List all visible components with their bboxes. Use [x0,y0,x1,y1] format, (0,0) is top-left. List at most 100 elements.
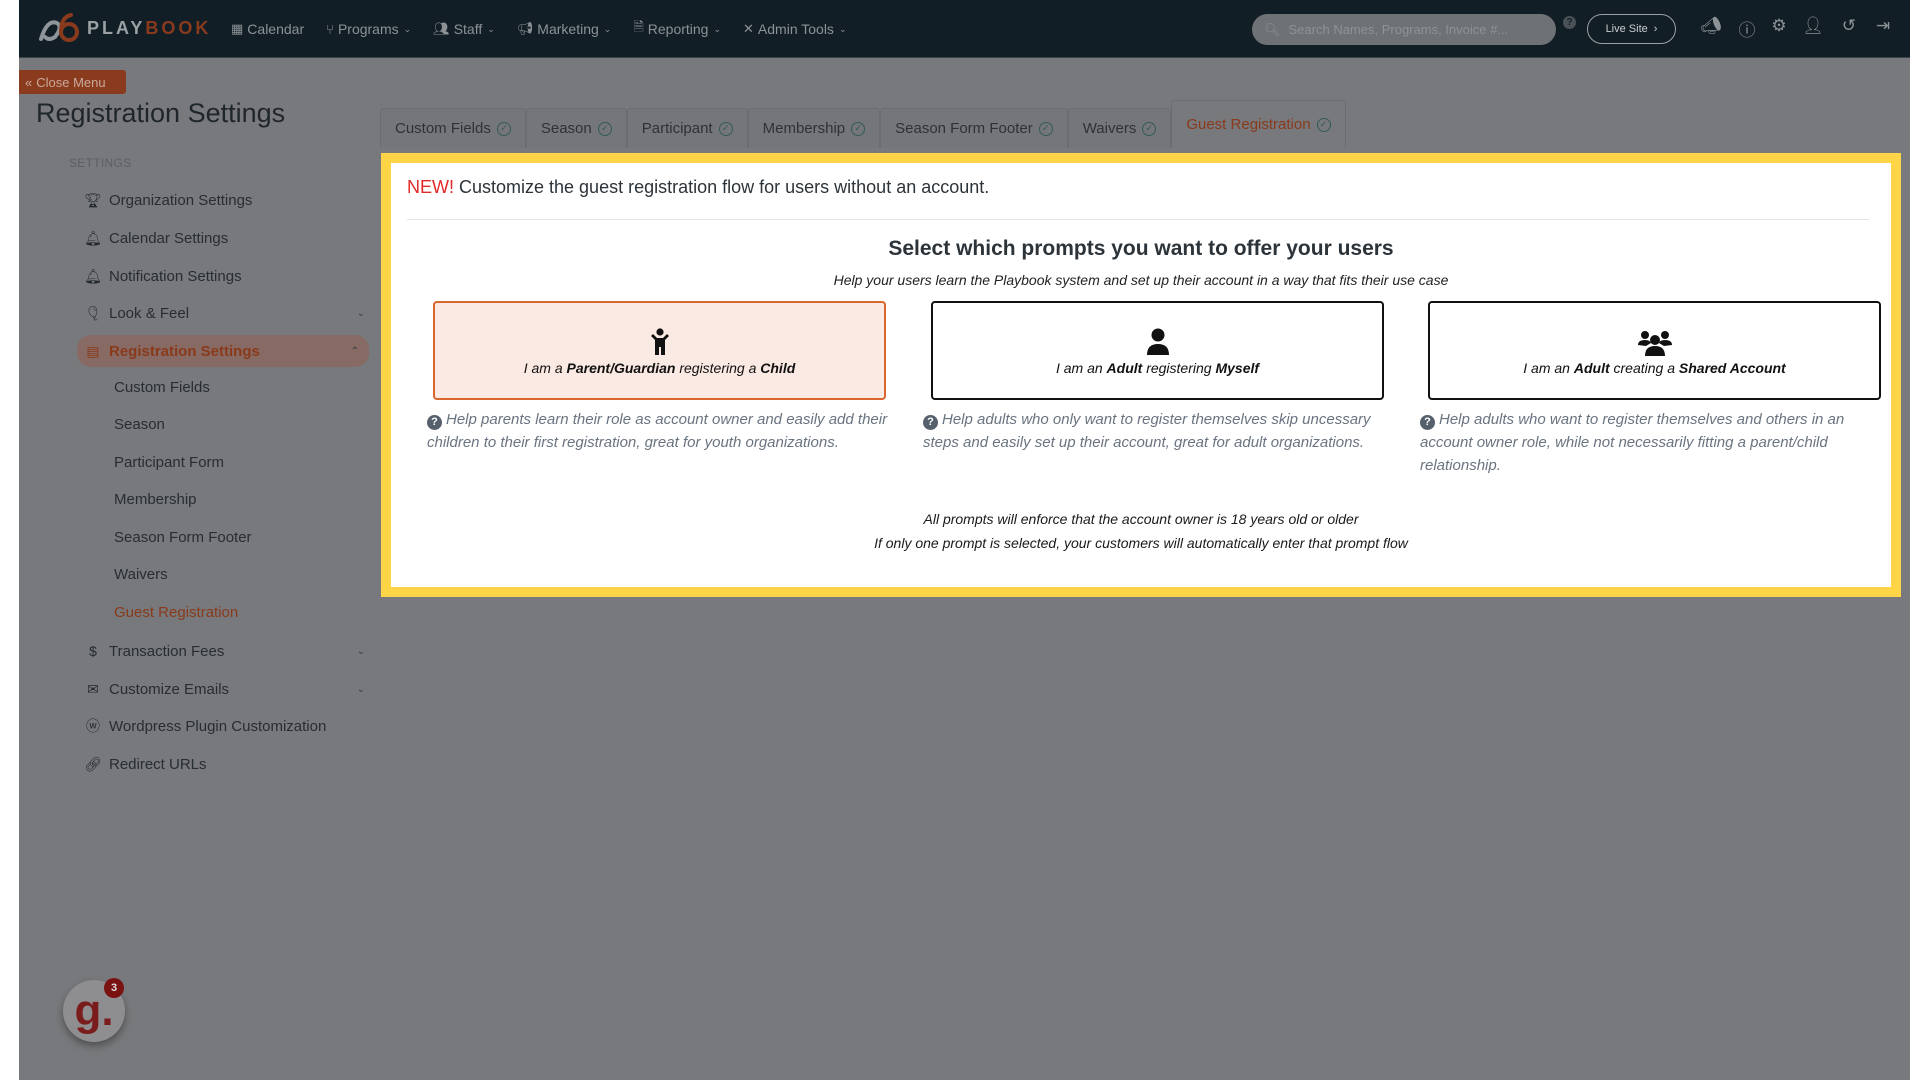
new-badge: NEW! [407,177,454,197]
sidebar-item-look-and-feel[interactable]: 🎈︎ Look & Feel ⌄ [83,297,375,329]
question-circle-icon: ? [1420,415,1435,430]
prompt-card-shared-account[interactable]: I am an Adult creating a Shared Account [1428,301,1881,400]
chevron-down-icon: ⌄ [487,23,495,34]
document-icon: 🗎 [633,19,644,34]
check-circle-icon: ✓ [1038,121,1053,136]
sidebar-subitem-season-form-footer[interactable]: Season Form Footer [114,529,252,546]
chevron-down-icon: ⌄ [356,645,365,657]
add-user-icon[interactable]: 👤︎ [1801,16,1825,36]
branch-icon: ⑂ [326,21,334,37]
logout-icon[interactable]: ⇥ [1871,16,1895,36]
check-circle-icon: ✓ [597,121,612,136]
check-circle-icon: ✓ [496,121,511,136]
card-label: I am a Parent/Guardian registering a Chi… [523,359,796,376]
sidebar-item-calendar-settings[interactable]: 🔔︎ Calendar Settings [83,222,375,254]
sidebar-item-customize-emails[interactable]: ✉ Customize Emails ⌄ [83,673,375,705]
check-circle-icon: ✓ [1142,121,1157,136]
chevron-right-icon: › [1653,23,1658,35]
trophy-icon: 🏆︎ [84,191,102,208]
nav-calendar[interactable]: ▦ Calendar [231,21,304,37]
form-icon: ▤ [86,342,100,359]
chevron-down-icon: ⌄ [603,23,612,34]
sidebar-item-redirect-urls[interactable]: 🔗︎ Redirect URLs [83,748,375,780]
top-navbar: PLAYBOOK ▦ Calendar ⑂ Programs ⌄ 👥︎ Staff ⌄ 📢… [19,0,1910,58]
chevron-down-icon: ⌄ [356,683,365,695]
dollar-icon: $ [89,643,97,659]
app-frame: PLAYBOOK ▦ Calendar ⑂ Programs ⌄ 👥︎ Staff ⌄ 📢… [19,0,1910,1080]
page-title: Registration Settings [36,98,286,128]
gear-icon[interactable]: ⚙ [1767,16,1791,36]
check-circle-icon: ✓ [718,121,733,136]
calendar-icon: ▦ [231,21,244,36]
chevron-down-icon: ⌄ [838,23,847,34]
nav-marketing[interactable]: 📢︎ Marketing ⌄ [517,21,612,37]
sidebar-item-wordpress-plugin[interactable]: ⓦ Wordpress Plugin Customization [83,710,375,742]
sidebar-subitem-custom-fields[interactable]: Custom Fields [114,379,210,396]
search-icon: 🔍︎ [1264,21,1281,37]
card-description: ? Help adults who only want to register t… [923,411,1371,451]
bell-icon: 🔔︎ [84,229,102,246]
close-menu-button[interactable]: «Close Menu [19,70,126,94]
users-icon: 👥︎ [433,21,450,36]
footnote-age-requirement: All prompts will enforce that the accoun… [923,511,1359,527]
wordpress-icon: ⓦ [86,718,100,734]
tab-season[interactable]: Season ✓ [525,108,627,148]
megaphone-icon: 📢︎ [516,21,534,36]
card-label: I am an Adult creating a Shared Account [1523,359,1786,376]
live-site-button[interactable]: Live Site › [1587,14,1676,44]
sidebar-item-notification-settings[interactable]: 🔔︎ Notification Settings [83,260,375,292]
envelope-icon: ✉ [87,680,99,697]
announcement-icon[interactable]: 📣︎ [1699,16,1723,36]
search-help-icon[interactable]: ? [1563,16,1576,29]
link-icon: 🔗︎ [84,755,102,772]
nav-programs[interactable]: ⑂ Programs ⌄ [326,21,411,37]
logo-mark-icon [39,13,79,42]
question-circle-icon: ? [427,415,442,430]
sidebar-subitem-participant-form[interactable]: Participant Form [114,454,224,471]
sidebar-subitem-guest-registration[interactable]: Guest Registration [114,604,238,621]
prompt-title: Select which prompts you want to offer y… [888,237,1394,260]
users-group-icon [1637,326,1672,356]
tools-icon: ✕ [743,21,754,36]
balloon-icon: 🎈︎ [84,304,102,321]
playbook-logo[interactable]: PLAYBOOK [37,12,211,44]
prompt-card-adult-myself[interactable]: I am an Adult registering Myself [931,301,1384,400]
divider [407,219,1869,220]
guest-registration-panel: NEW! Customize the guest registration fl… [391,163,1891,587]
nav-admin-tools[interactable]: ✕ Admin Tools ⌄ [743,21,846,37]
footnote-single-prompt: If only one prompt is selected, your cus… [874,535,1408,551]
help-icon[interactable]: ⓘ [1735,16,1759,41]
tab-membership[interactable]: Membership ✓ [747,108,881,148]
sidebar-subitem-membership[interactable]: Membership [114,491,197,508]
bell-icon: 🔔︎ [84,267,102,284]
sidebar-subitem-season[interactable]: Season [114,416,165,433]
tab-guest-registration[interactable]: Guest Registration ✓ [1171,100,1346,148]
child-icon [649,326,671,356]
check-circle-icon: ✓ [1316,117,1331,132]
intro-text: NEW! Customize the guest registration fl… [407,177,990,197]
tab-waivers[interactable]: Waivers ✓ [1067,108,1172,148]
logo-text: PLAYBOOK [87,17,212,38]
notification-badge: 3 [104,978,124,998]
nav-staff[interactable]: 👥︎ Staff ⌄ [433,21,495,37]
prompt-card-parent-guardian[interactable]: I am a Parent/Guardian registering a Chi… [433,301,886,400]
sidebar-item-registration-settings[interactable]: ▤ Registration Settings ⌃ [77,335,369,367]
card-label: I am an Adult registering Myself [1055,359,1260,376]
chevron-down-icon: ⌄ [713,23,722,34]
history-icon[interactable]: ↺ [1837,16,1861,36]
tab-custom-fields[interactable]: Custom Fields ✓ [380,108,526,148]
sidebar-item-transaction-fees[interactable]: $ Transaction Fees ⌄ [83,635,375,667]
chevron-down-icon: ⌄ [356,307,365,319]
global-search[interactable]: 🔍︎ [1252,14,1556,45]
sidebar-subitem-waivers[interactable]: Waivers [114,566,168,583]
chevron-up-icon: ⌃ [350,345,359,357]
nav-reporting[interactable]: 🗎 Reporting ⌄ [633,18,721,40]
chevron-down-icon: ⌄ [403,23,412,34]
tab-season-form-footer[interactable]: Season Form Footer ✓ [880,108,1068,148]
tab-participant[interactable]: Participant ✓ [626,108,748,148]
search-input[interactable] [1288,22,1539,37]
card-description: ? Help adults who want to register themse… [1420,411,1845,474]
sidebar-item-organization-settings[interactable]: 🏆︎ Organization Settings [83,184,375,216]
check-circle-icon: ✓ [851,121,866,136]
card-description: ? Help parents learn their role as accoun… [427,411,888,451]
